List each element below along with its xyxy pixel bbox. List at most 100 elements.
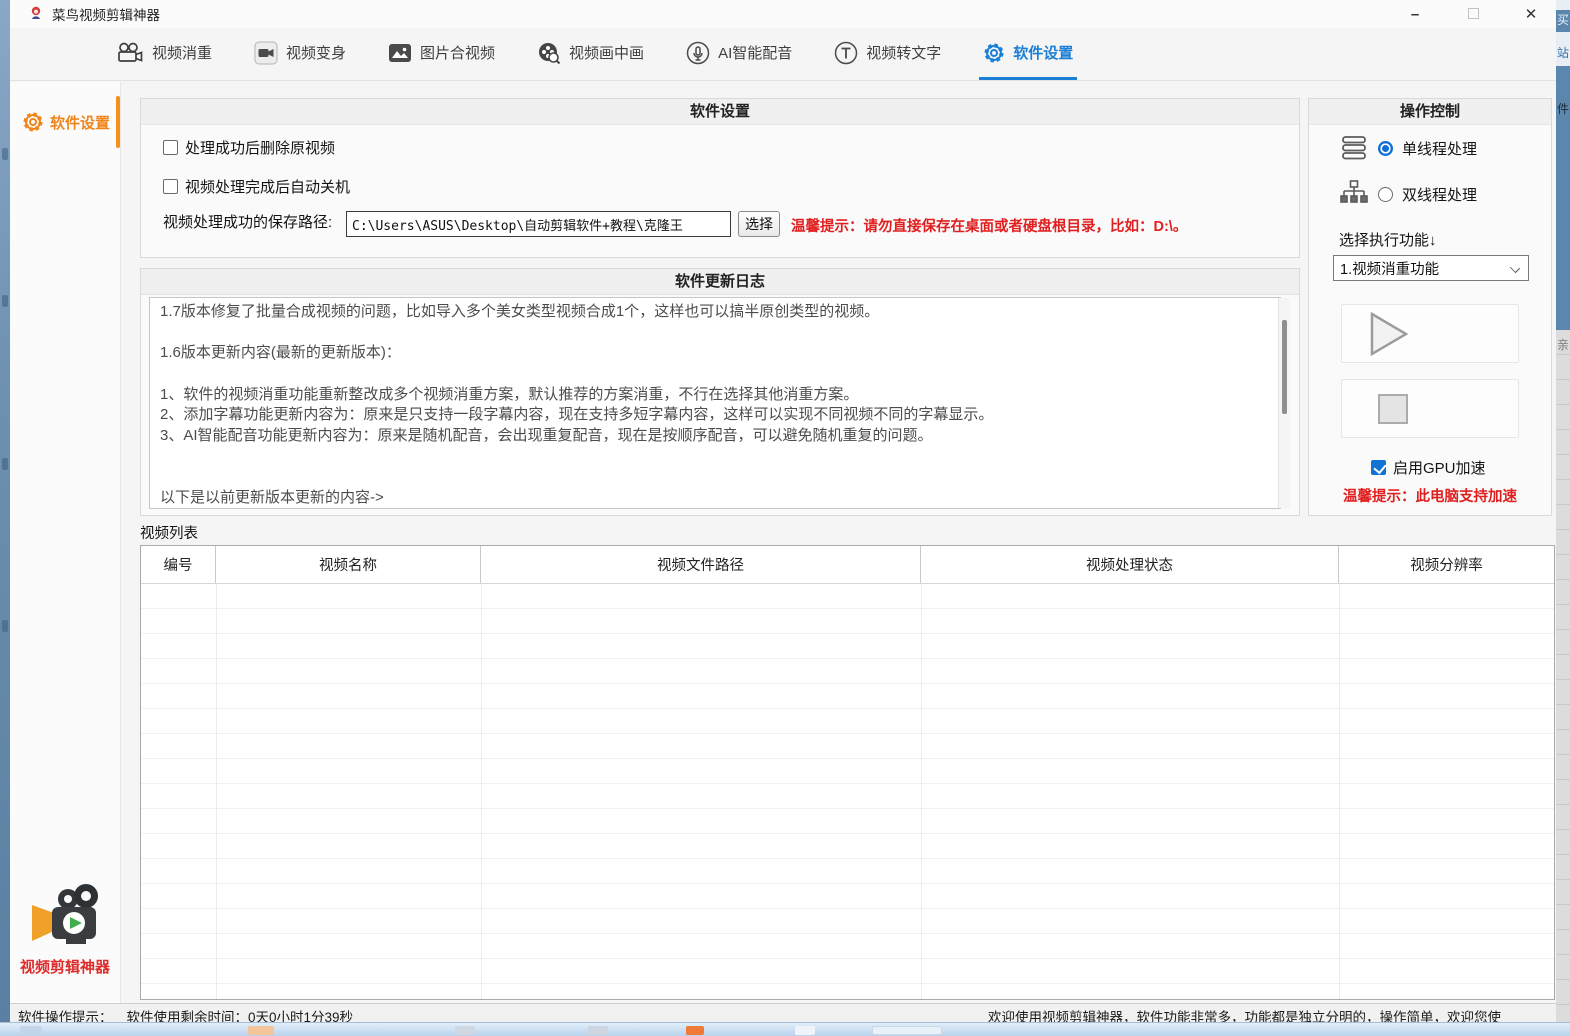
- minimize-button[interactable]: –: [1406, 6, 1424, 23]
- camcorder-icon: [254, 41, 278, 65]
- column-header-index[interactable]: 编号: [141, 546, 216, 583]
- delete-original-checkbox-row[interactable]: 处理成功后删除原视频: [163, 137, 335, 158]
- remaining-time: 软件使用剩余时间：0天0小时1分39秒: [127, 1006, 354, 1022]
- bg-window-segment: 件: [1556, 66, 1570, 330]
- stop-button[interactable]: [1341, 379, 1519, 438]
- sidebar-item-label: 软件设置: [50, 112, 110, 133]
- bg-window-segment: 站: [1556, 32, 1570, 66]
- table-header-row: 编号 视频名称 视频文件路径 视频处理状态 视频分辨率: [141, 546, 1554, 584]
- tab-ai-dubbing[interactable]: AI智能配音: [682, 28, 796, 80]
- start-button[interactable]: [1341, 304, 1519, 363]
- single-thread-option[interactable]: 单线程处理: [1339, 135, 1477, 161]
- video-list-table[interactable]: 编号 视频名称 视频文件路径 视频处理状态 视频分辨率: [140, 545, 1555, 1000]
- update-log-groupbox: 软件更新日志 1.7版本修复了批量合成视频的问题，比如导入多个美女类型视频合成1…: [140, 268, 1300, 516]
- status-welcome: 欢迎使用视频剪辑神器，软件功能非常多，功能都是独立分明的，操作简单，欢迎您使: [988, 1006, 1501, 1022]
- taskbar-icon-hint: [248, 1026, 274, 1035]
- tab-video-pip[interactable]: 视频画中画: [533, 28, 648, 80]
- scrollbar-thumb[interactable]: [1282, 320, 1287, 414]
- tab-label: 视频消重: [152, 42, 212, 63]
- window-controls: – ✕: [1406, 0, 1540, 28]
- checkbox-unchecked-icon[interactable]: [163, 179, 178, 194]
- app-brand: 视频剪辑神器: [10, 883, 120, 977]
- gpu-support-warning: 温馨提示：此电脑支持加速: [1309, 485, 1551, 506]
- tab-video-to-text[interactable]: 视频转文字: [830, 28, 945, 80]
- update-log-scrollbar[interactable]: [1278, 298, 1290, 508]
- dual-thread-option[interactable]: 双线程处理: [1339, 179, 1477, 209]
- column-header-path[interactable]: 视频文件路径: [481, 546, 921, 583]
- tab-label: 图片合视频: [420, 42, 495, 63]
- checkbox-unchecked-icon[interactable]: [163, 140, 178, 155]
- settings-groupbox-title: 软件设置: [141, 99, 1299, 125]
- column-divider: [481, 584, 482, 999]
- desktop-icon-fragment: [2, 620, 8, 632]
- video-camera-logo-icon: [28, 883, 102, 945]
- column-header-status[interactable]: 视频处理状态: [921, 546, 1339, 583]
- save-path-row: 视频处理成功的保存路径:: [163, 211, 332, 232]
- title-bar: 菜鸟视频剪辑神器 – ✕: [10, 0, 1556, 28]
- sidebar-item-software-settings[interactable]: 软件设置: [10, 102, 120, 142]
- desktop-icon-fragment: [2, 458, 8, 470]
- function-select-label: 选择执行功能↓: [1339, 229, 1437, 250]
- desktop-icon-fragment: [2, 295, 8, 307]
- status-prefix: 软件操作提示：: [18, 1006, 113, 1022]
- maximize-button[interactable]: [1464, 6, 1482, 23]
- auto-shutdown-checkbox-row[interactable]: 视频处理完成后自动关机: [163, 176, 350, 197]
- bg-window-segment: 亲: [1556, 330, 1570, 1022]
- text-t-icon: [834, 41, 858, 65]
- update-log-text[interactable]: 1.7版本修复了批量合成视频的问题，比如导入多个美女类型视频合成1个，这样也可以…: [149, 297, 1281, 509]
- column-header-name[interactable]: 视频名称: [216, 546, 481, 583]
- clipped-text-fragment: 买: [1557, 13, 1569, 27]
- save-path-warning: 温馨提示：请勿直接保存在桌面或者硬盘根目录，比如：D:\。: [791, 215, 1187, 236]
- clipped-text-fragment: 件: [1557, 102, 1569, 116]
- microphone-icon: [686, 41, 710, 65]
- tab-video-dedupe[interactable]: 视频消重: [112, 28, 216, 80]
- delete-original-label: 处理成功后删除原视频: [185, 137, 335, 158]
- single-thread-label: 单线程处理: [1402, 138, 1477, 159]
- taskbar: [0, 1022, 1570, 1036]
- bg-window-segment: [1556, 0, 1570, 10]
- maximize-icon: [1468, 8, 1479, 19]
- settings-groupbox: 软件设置 处理成功后删除原视频 视频处理完成后自动关机 视频处理成功的保存路径:…: [140, 98, 1300, 258]
- choose-path-button[interactable]: 选择: [738, 211, 780, 237]
- gpu-accel-option[interactable]: 启用GPU加速: [1371, 457, 1486, 478]
- radio-selected-icon[interactable]: [1378, 141, 1393, 156]
- stop-icon: [1378, 394, 1408, 424]
- tab-label: 软件设置: [1013, 42, 1073, 63]
- close-button[interactable]: ✕: [1522, 5, 1540, 23]
- film-reel-magnifier-icon: [537, 41, 561, 65]
- tab-image-to-video[interactable]: 图片合视频: [384, 28, 499, 80]
- control-panel-title: 操作控制: [1309, 99, 1551, 125]
- gpu-accel-label: 启用GPU加速: [1393, 457, 1486, 478]
- gear-icon: [983, 42, 1005, 64]
- column-header-resolution[interactable]: 视频分辨率: [1339, 546, 1554, 583]
- desktop-edge-left: [0, 0, 10, 1022]
- function-select[interactable]: 1.视频消重功能: [1333, 255, 1529, 281]
- window-title: 菜鸟视频剪辑神器: [52, 4, 160, 24]
- status-left: 软件操作提示： 软件使用剩余时间：0天0小时1分39秒: [18, 1006, 353, 1022]
- desktop-icon-fragment: [2, 148, 8, 160]
- update-log-title: 软件更新日志: [141, 269, 1299, 295]
- radio-unselected-icon[interactable]: [1378, 187, 1393, 202]
- tab-label: AI智能配音: [718, 42, 792, 63]
- taskbar-icon-hint: [588, 1026, 608, 1035]
- control-panel: 操作控制 单线程处理 双线程处理: [1308, 98, 1552, 516]
- save-path-input[interactable]: [346, 211, 731, 237]
- status-bar: 软件操作提示： 软件使用剩余时间：0天0小时1分39秒 欢迎使用视频剪辑神器，软…: [10, 1003, 1556, 1022]
- column-divider: [216, 584, 217, 999]
- tab-software-settings[interactable]: 软件设置: [979, 28, 1077, 80]
- chevron-down-icon: [1510, 263, 1520, 273]
- checkbox-checked-icon[interactable]: [1371, 460, 1386, 475]
- movie-camera-icon: [116, 42, 144, 64]
- tab-video-transform[interactable]: 视频变身: [250, 28, 350, 80]
- layers-icon: [1339, 135, 1369, 161]
- function-select-value: 1.视频消重功能: [1340, 258, 1439, 279]
- taskbar-icon-hint: [20, 1026, 42, 1035]
- dual-thread-label: 双线程处理: [1402, 184, 1477, 205]
- play-icon: [1368, 311, 1412, 357]
- gear-icon: [22, 111, 44, 133]
- sidebar: 软件设置 视频剪辑神器: [10, 82, 121, 1003]
- app-logo-icon: [28, 6, 44, 22]
- taskbar-icon-hint: [872, 1026, 942, 1035]
- column-divider: [921, 584, 922, 999]
- table-body-empty[interactable]: [141, 584, 1554, 999]
